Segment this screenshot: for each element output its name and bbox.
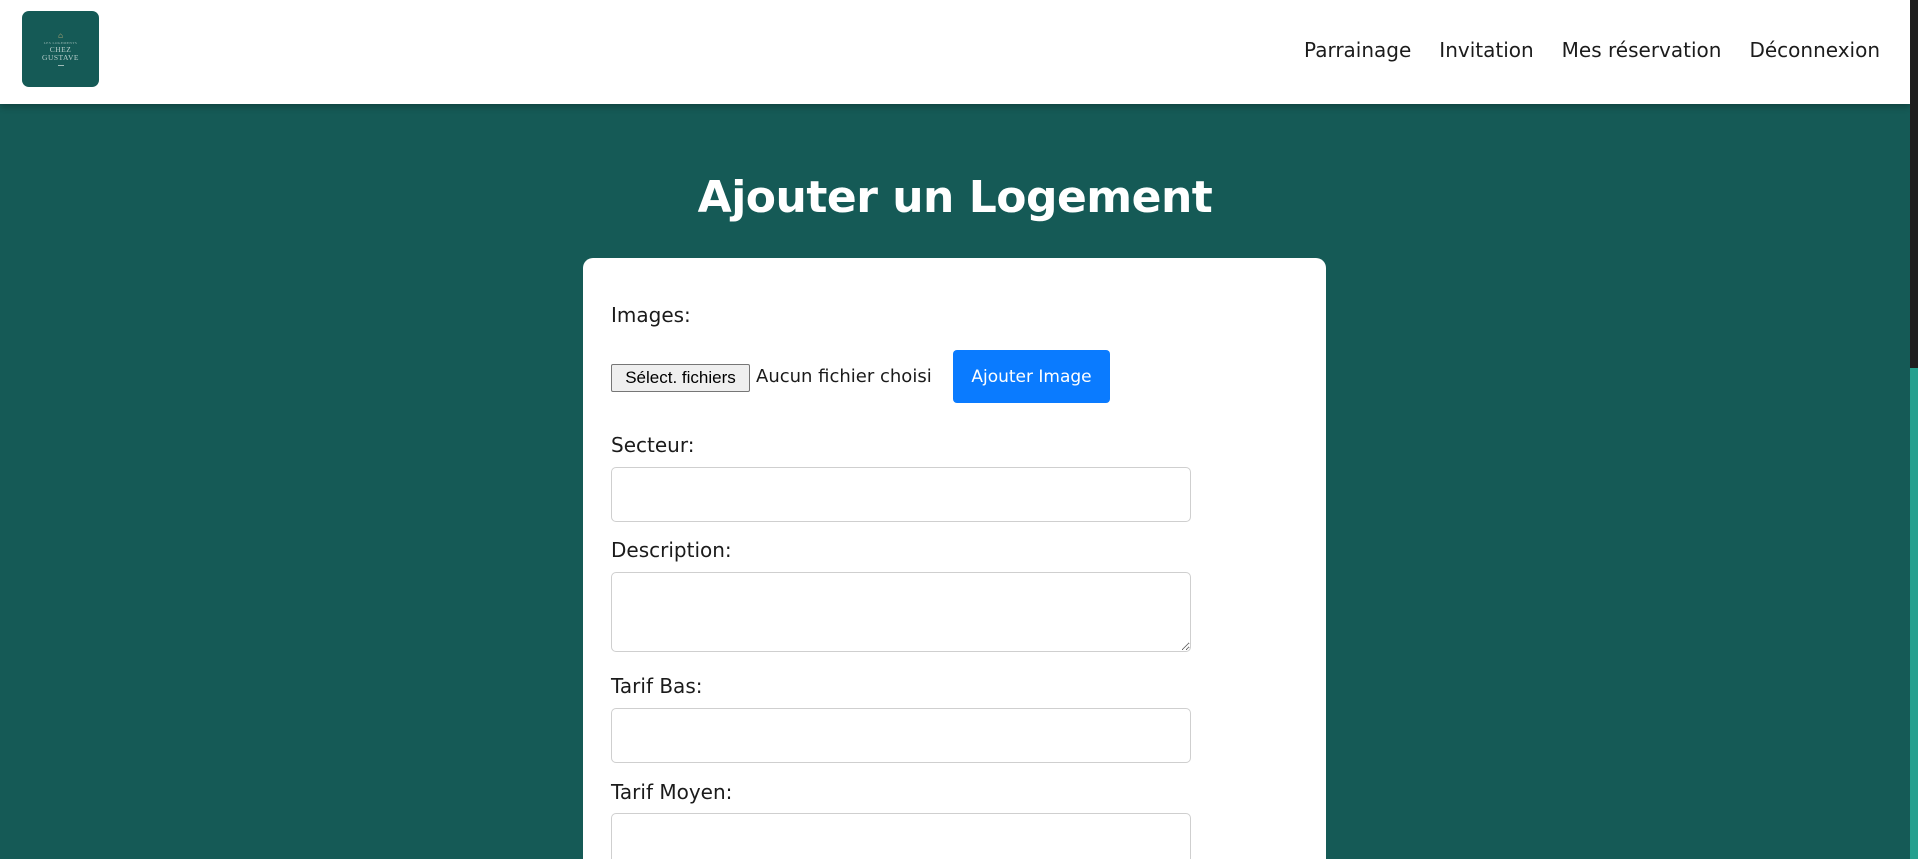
chez-gustave-logo[interactable]: ⌂ LES LOGEMENTS CHEZ GUSTAVE	[22, 11, 99, 87]
nav-link-deconnexion[interactable]: Déconnexion	[1749, 38, 1880, 62]
scrollbar-thumb[interactable]	[1910, 0, 1918, 368]
logo-brand-line2: GUSTAVE	[42, 53, 79, 63]
nav-link-invitation[interactable]: Invitation	[1439, 38, 1533, 62]
nav-link-parrainage[interactable]: Parrainage	[1304, 38, 1411, 62]
description-label: Description:	[611, 538, 732, 562]
secteur-input[interactable]	[611, 467, 1191, 522]
tarif-bas-input[interactable]	[611, 708, 1191, 763]
add-logement-form: Images: Sélect. fichiers Aucun fichier c…	[583, 258, 1326, 859]
logo-divider	[57, 64, 64, 66]
page-title: Ajouter un Logement	[697, 172, 1213, 223]
main-nav: Parrainage Invitation Mes réservation Dé…	[1276, 0, 1880, 100]
images-label: Images:	[611, 303, 691, 327]
add-image-button[interactable]: Ajouter Image	[953, 350, 1110, 403]
file-status-text: Aucun fichier choisi	[756, 366, 932, 387]
scrollbar-track-lower	[1910, 368, 1918, 859]
select-files-button[interactable]: Sélect. fichiers	[611, 364, 750, 392]
nav-link-mes-reservation[interactable]: Mes réservation	[1562, 38, 1722, 62]
tarif-moyen-label: Tarif Moyen:	[611, 780, 733, 804]
secteur-label: Secteur:	[611, 433, 695, 457]
tarif-bas-label: Tarif Bas:	[611, 674, 703, 698]
page-scrollbar[interactable]	[1910, 0, 1918, 859]
house-icon: ⌂	[58, 31, 63, 41]
tarif-moyen-input[interactable]	[611, 813, 1191, 859]
description-textarea[interactable]	[611, 572, 1191, 652]
top-navbar: ⌂ LES LOGEMENTS CHEZ GUSTAVE Parrainage …	[0, 0, 1910, 104]
